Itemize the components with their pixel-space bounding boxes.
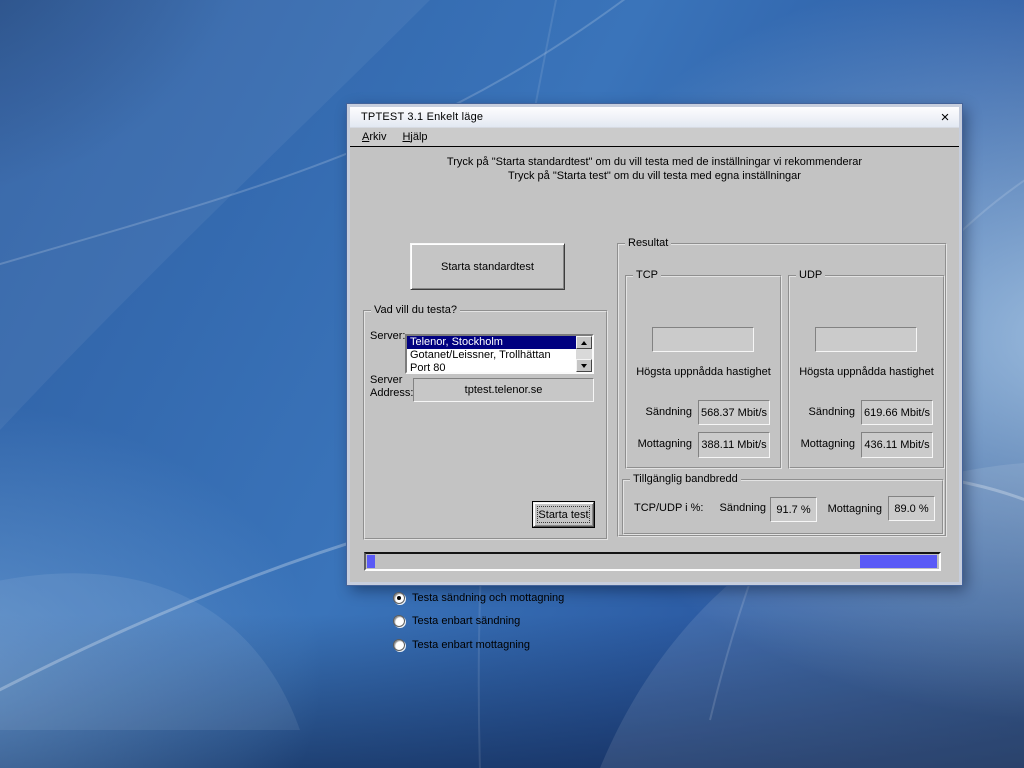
udp-send-label: Sändning — [808, 406, 856, 418]
instruction-line-2: Tryck på "Starta test" om du vill testa … — [508, 170, 801, 182]
progress-segment-left — [367, 555, 375, 568]
start-standard-test-button[interactable]: Starta standardtest — [410, 243, 565, 290]
tcp-recv-label: Mottagning — [637, 438, 692, 450]
bandwidth-send-value-box: 91.7 % — [770, 497, 817, 522]
tcp-recv-value: 388.11 Mbit/s — [701, 439, 767, 451]
list-item[interactable]: Gotanet/Leissner, Trollhättan — [407, 349, 576, 362]
bandwidth-recv-value: 89.0 % — [894, 502, 929, 515]
bandwidth-legend: Tillgänglig bandbredd — [630, 473, 741, 485]
scroll-up-button[interactable] — [576, 336, 592, 349]
results-group: Resultat TCP Högsta uppnådda hastighet S… — [617, 237, 947, 537]
start-test-label: Starta test — [538, 508, 589, 521]
bandwidth-recv-label: Mottagning — [827, 503, 882, 515]
test-options-group: Vad vill du testa? Server: Telenor, Stoc… — [363, 304, 608, 651]
listbox-scrollbar[interactable] — [576, 336, 592, 372]
window-title: TPTEST 3.1 Enkelt läge — [361, 111, 484, 123]
bandwidth-group: Tillgänglig bandbredd TCP/UDP i %: Sändn… — [622, 473, 944, 535]
radio-send-only[interactable]: Testa enbart sändning — [393, 614, 520, 628]
menu-hjalp[interactable]: Hjälp — [394, 129, 435, 146]
tcp-send-value: 568.37 Mbit/s — [700, 406, 768, 419]
radio-label: Testa sändning och mottagning — [412, 592, 565, 604]
radio-label: Testa enbart mottagning — [412, 639, 531, 651]
tcp-group: TCP Högsta uppnådda hastighet Sändning 5… — [625, 269, 782, 469]
progress-segment-right — [860, 555, 937, 568]
dialog-content: Tryck på "Starta standardtest" om du vil… — [350, 147, 959, 651]
udp-group: UDP Högsta uppnådda hastighet Sändning 6… — [788, 269, 945, 469]
test-progress-bar — [364, 552, 941, 571]
udp-recv-value: 436.11 Mbit/s — [864, 439, 930, 451]
bandwidth-send-label: Sändning — [719, 502, 767, 514]
close-icon[interactable]: × — [937, 109, 953, 125]
test-options-legend: Vad vill du testa? — [371, 304, 460, 316]
tcp-progress-box — [652, 327, 754, 352]
tcp-recv-value-box: 388.11 Mbit/s — [698, 432, 770, 458]
list-item[interactable]: Telenor, Stockholm — [407, 336, 576, 349]
bandwidth-ratio-label: TCP/UDP i %: — [634, 502, 704, 514]
tcp-send-label: Sändning — [645, 406, 693, 418]
bandwidth-send-value: 91.7 % — [776, 503, 811, 516]
server-list-items: Telenor, Stockholm Gotanet/Leissner, Tro… — [407, 336, 576, 372]
server-address-field[interactable]: tptest.telenor.se — [413, 378, 594, 402]
arrow-up-icon — [581, 340, 587, 345]
radio-button-icon[interactable] — [393, 615, 405, 627]
menu-arkiv[interactable]: Arkiv — [354, 129, 394, 146]
server-label: Server: — [370, 330, 406, 342]
bandwidth-recv-value-box: 89.0 % — [888, 496, 935, 521]
scroll-down-button[interactable] — [576, 359, 592, 372]
tcp-heading: Högsta uppnådda hastighet — [636, 366, 771, 378]
udp-send-value: 619.66 Mbit/s — [863, 406, 931, 419]
radio-button-icon[interactable] — [393, 639, 405, 651]
start-test-button[interactable]: Starta test — [532, 501, 595, 528]
start-standard-test-label: Starta standardtest — [441, 260, 534, 273]
tcp-send-value-box: 568.37 Mbit/s — [698, 400, 770, 425]
title-bar[interactable]: TPTEST 3.1 Enkelt läge × — [350, 107, 959, 128]
instruction-line-1: Tryck på "Starta standardtest" om du vil… — [446, 156, 863, 168]
radio-button-icon[interactable] — [393, 592, 405, 604]
server-address-label: Server Address: — [370, 374, 414, 399]
menu-bar: Arkiv Hjälp — [350, 128, 959, 147]
udp-heading: Högsta uppnådda hastighet — [799, 366, 934, 378]
server-listbox[interactable]: Telenor, Stockholm Gotanet/Leissner, Tro… — [405, 334, 594, 374]
tptest-window: TPTEST 3.1 Enkelt läge × Arkiv Hjälp Try… — [346, 103, 963, 651]
udp-recv-label: Mottagning — [800, 438, 855, 450]
radio-send-and-receive[interactable]: Testa sändning och mottagning — [393, 591, 564, 605]
radio-label: Testa enbart sändning — [412, 615, 521, 627]
radio-receive-only[interactable]: Testa enbart mottagning — [393, 638, 530, 652]
server-address-value: tptest.telenor.se — [464, 384, 543, 396]
udp-send-value-box: 619.66 Mbit/s — [861, 400, 933, 425]
list-item[interactable]: Port 80 — [407, 362, 576, 372]
results-legend: Resultat — [625, 237, 672, 249]
udp-recv-value-box: 436.11 Mbit/s — [861, 432, 933, 458]
udp-progress-box — [815, 327, 917, 352]
instructions: Tryck på "Starta standardtest" om du vil… — [350, 155, 959, 183]
tcp-legend: TCP — [633, 269, 661, 281]
udp-legend: UDP — [796, 269, 826, 281]
arrow-down-icon — [581, 363, 587, 368]
